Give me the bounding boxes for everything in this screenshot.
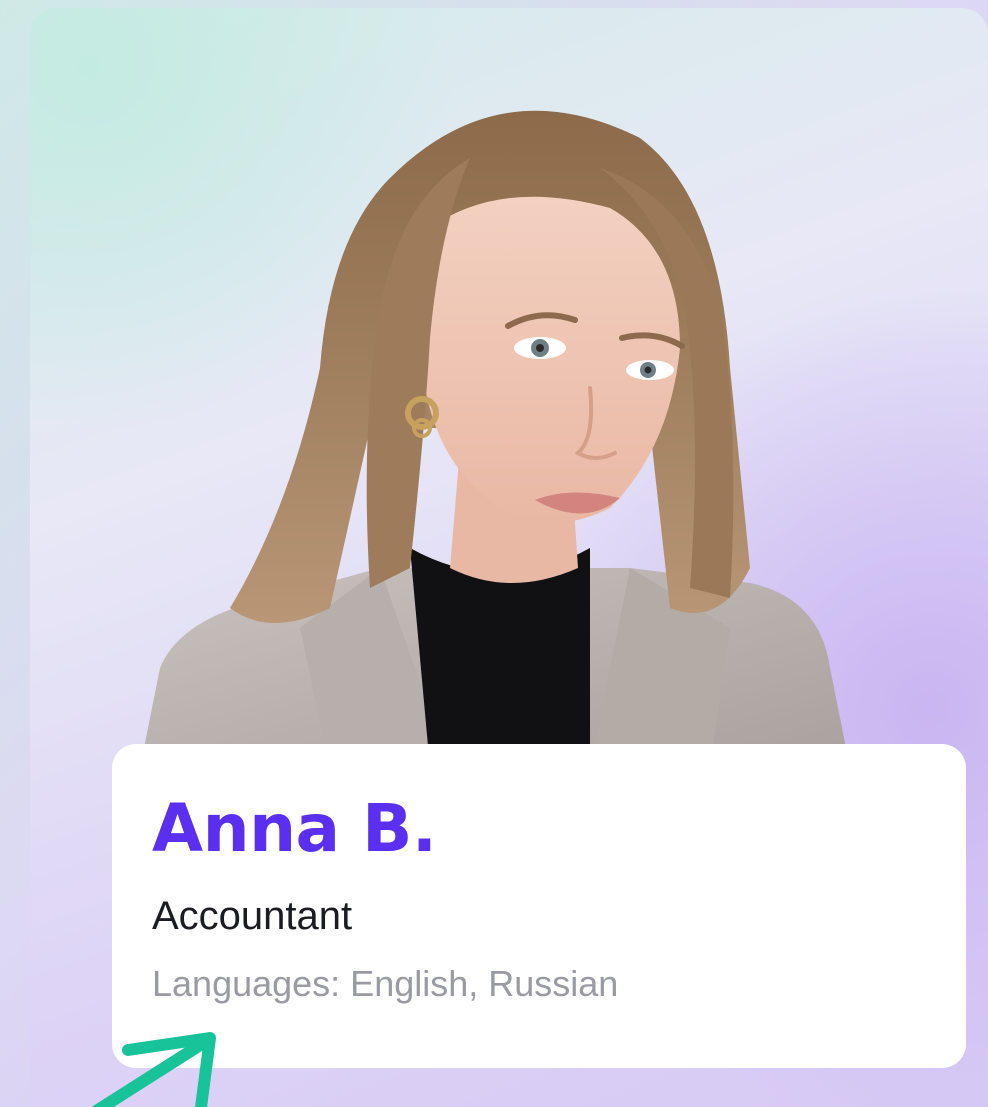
profile-role: Accountant	[152, 894, 353, 938]
profile-photo	[140, 110, 850, 768]
profile-card: Anna B. Accountant Languages: English, R…	[30, 8, 988, 1107]
arrow-pointer-icon	[91, 1032, 216, 1107]
profile-name: Anna B.	[152, 790, 437, 867]
profile-languages: Languages: English, Russian	[152, 963, 619, 1004]
